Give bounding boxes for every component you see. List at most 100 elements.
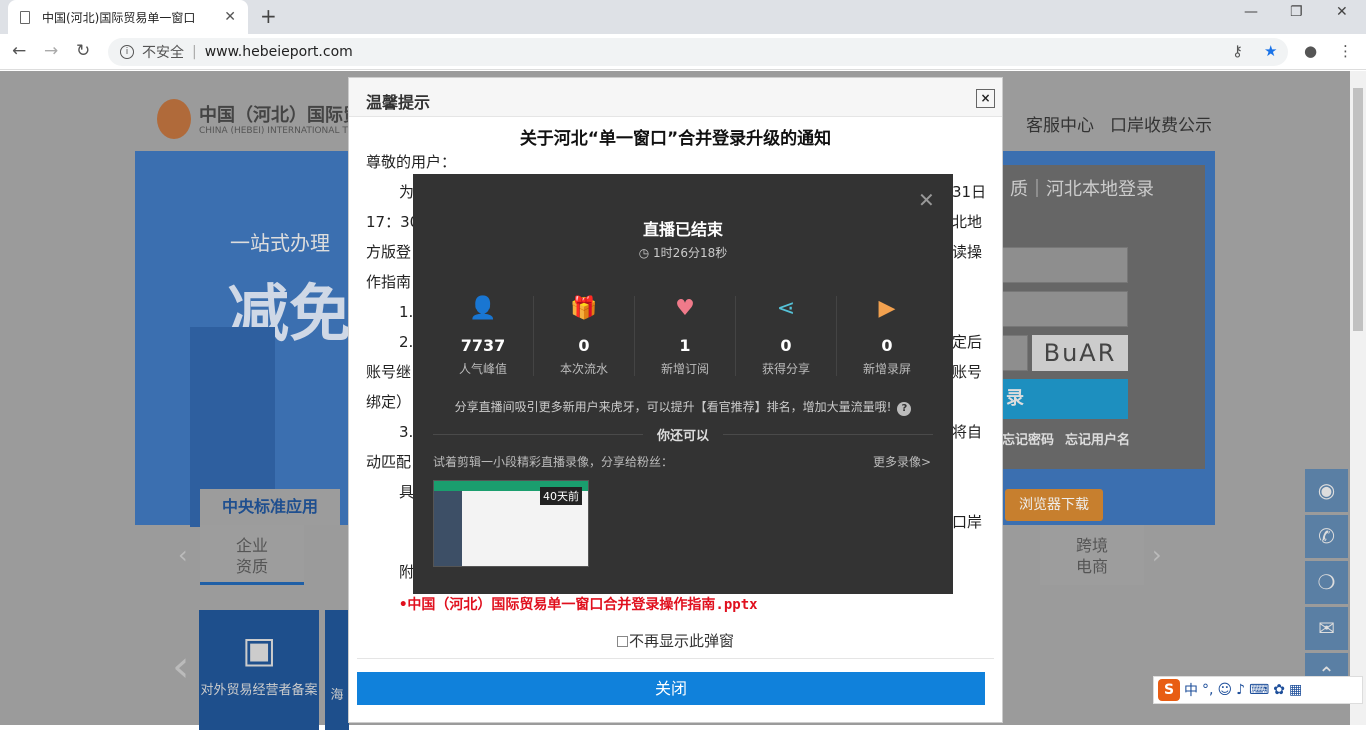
login-button[interactable]: 录: [1000, 379, 1128, 419]
tile-customs[interactable]: 海: [325, 610, 349, 730]
dialog-title: 温馨提示: [366, 93, 431, 112]
url-text[interactable]: www.hebeieport.com: [205, 44, 353, 60]
browser-tab[interactable]: 中国(河北)国际贸易单一窗口 ✕: [8, 0, 248, 34]
phone-icon[interactable]: ✆: [1305, 515, 1348, 558]
new-tab-button[interactable]: +: [260, 4, 277, 28]
logo-icon: [157, 99, 191, 139]
emoji-icon[interactable]: ☺: [1217, 682, 1232, 698]
notice-line: 具: [399, 483, 415, 501]
prev-arrow-icon[interactable]: ‹: [178, 541, 188, 569]
notice-line: 2.: [399, 333, 414, 351]
nav-customer-service[interactable]: 客服中心: [1026, 111, 1094, 136]
banner-slogan: 一站式办理: [230, 231, 330, 255]
notice-line: 账号: [952, 363, 983, 381]
restore-icon[interactable]: ❐: [1290, 4, 1303, 20]
omnibox[interactable]: i 不安全 | www.hebeieport.com: [108, 38, 1288, 66]
punctuation-icon[interactable]: °,: [1202, 682, 1213, 698]
stat-value: 0: [881, 336, 893, 355]
notice-line: 北地: [952, 213, 983, 231]
mic-icon[interactable]: ♪: [1236, 682, 1245, 698]
help-icon[interactable]: ?: [897, 402, 912, 416]
dialog-close-icon[interactable]: ×: [976, 89, 995, 108]
login-title: 质｜河北本地登录: [1010, 179, 1154, 200]
qq-icon[interactable]: ◉: [1305, 469, 1348, 512]
ime-mode[interactable]: 中: [1184, 680, 1198, 700]
captcha-input[interactable]: [1000, 335, 1028, 371]
forward-icon[interactable]: →: [44, 41, 58, 61]
next-arrow-icon[interactable]: ›: [1152, 541, 1162, 569]
notice-line: 账号继: [366, 363, 412, 381]
captcha-image[interactable]: BuAR: [1032, 335, 1128, 371]
attachment-link[interactable]: •中国（河北）国际贸易单一窗口合并登录操作指南.pptx: [399, 594, 758, 614]
info-icon[interactable]: i: [120, 45, 134, 59]
you-can-also: 你还可以: [656, 429, 709, 444]
live-close-icon[interactable]: ✕: [918, 188, 935, 212]
stat-label: 新增录屏: [862, 362, 911, 376]
minimize-icon[interactable]: —: [1244, 4, 1258, 20]
keyboard-icon[interactable]: ⌨: [1249, 682, 1269, 698]
notice-line: 定后: [952, 333, 983, 351]
close-button[interactable]: 关闭: [357, 672, 985, 705]
category-cross-border[interactable]: 跨境 电商: [1040, 525, 1144, 585]
notice-line: 动匹配: [366, 453, 412, 471]
dont-show-label: 不再显示此弹窗: [628, 632, 734, 650]
tile-foreign-trade[interactable]: ▣ 对外贸易经营者备案: [199, 610, 319, 730]
stat-value: 7737: [460, 336, 506, 355]
gift-icon: 🎁: [570, 296, 598, 321]
dont-show-again[interactable]: 不再显示此弹窗: [349, 630, 1002, 651]
back-icon[interactable]: ←: [12, 41, 26, 61]
notice-line: 17：30: [366, 213, 420, 231]
login-panel: 质｜河北本地登录 BuAR 录 忘记密码 忘记用户名: [1000, 165, 1205, 469]
live-title: 直播已结束: [642, 220, 723, 239]
reload-icon[interactable]: ↻: [76, 41, 90, 61]
skin-icon[interactable]: ✿: [1273, 682, 1285, 698]
live-ended-panel: ✕ 直播已结束 ◷ 1时26分18秒 👤 7737 人气峰值 🎁 0 本次流水 …: [413, 174, 953, 594]
key-icon[interactable]: ⚷: [1232, 42, 1243, 60]
ime-toolbar: S 中 °, ☺ ♪ ⌨ ✿ ▦: [1153, 676, 1363, 704]
username-input[interactable]: [1000, 247, 1128, 283]
tools-icon[interactable]: ▦: [1289, 682, 1302, 698]
tab-central-standard[interactable]: 中央标准应用: [200, 489, 340, 525]
recording-thumbnail[interactable]: 40天前: [433, 480, 589, 567]
sogou-logo-icon[interactable]: S: [1158, 679, 1180, 701]
window-close-icon[interactable]: ✕: [1336, 4, 1348, 20]
menu-icon[interactable]: ⋮: [1338, 42, 1353, 60]
star-icon[interactable]: ★: [1264, 42, 1277, 60]
browser-tab-bar: 中国(河北)国际贸易单一窗口 ✕ + — ❐ ✕: [0, 0, 1366, 34]
divider: [357, 658, 994, 659]
notice-line: 绑定）: [366, 393, 412, 411]
heart-plus-icon: ♥: [675, 296, 695, 321]
logo-title: 中国（河北）国际贸: [199, 105, 361, 126]
scrollbar-thumb[interactable]: [1353, 88, 1363, 331]
tab-close-icon[interactable]: ✕: [224, 9, 236, 25]
stat-shares: ⋖ 0 获得分享: [736, 296, 836, 377]
forgot-username-link[interactable]: 忘记用户名: [1065, 429, 1130, 448]
notice-line: 方版登: [366, 243, 412, 261]
tile-label: 海: [330, 688, 344, 703]
video-icon: ▶: [878, 296, 896, 321]
more-recordings-link[interactable]: 更多录像>: [873, 453, 931, 470]
stat-peak-popularity: 👤 7737 人气峰值: [433, 296, 533, 377]
notice-line: 3.: [399, 423, 414, 441]
wechat-icon[interactable]: ❍: [1305, 561, 1348, 604]
notice-heading: 关于河北“单一窗口”合并登录升级的通知: [519, 129, 832, 149]
forgot-password-link[interactable]: 忘记密码: [1002, 429, 1054, 448]
category-enterprise[interactable]: 企业 资质: [200, 525, 304, 585]
clock-icon: ◷: [638, 246, 654, 260]
live-duration: ◷ 1时26分18秒: [413, 244, 953, 261]
password-input[interactable]: [1000, 291, 1128, 327]
clip-tip: 试着剪辑一小段精彩直播录像，分享给粉丝：: [433, 455, 674, 469]
notice-line: 口岸: [952, 513, 983, 531]
nav-port-fees[interactable]: 口岸收费公示: [1110, 111, 1212, 136]
stat-label: 人气峰值: [458, 362, 507, 376]
tile-label: 对外贸易经营者备案: [200, 683, 318, 698]
prev-large-arrow-icon[interactable]: ‹: [172, 641, 190, 692]
notice-line: 读操: [952, 243, 983, 261]
mail-icon[interactable]: ✉: [1305, 607, 1348, 650]
dont-show-checkbox[interactable]: [616, 636, 628, 647]
account-icon[interactable]: ●: [1304, 42, 1317, 60]
notice-line: 作指南: [366, 273, 412, 291]
insecure-label: 不安全: [142, 45, 184, 61]
stat-new-subscriptions: ♥ 1 新增订阅: [635, 296, 735, 377]
stat-value: 0: [578, 336, 590, 355]
